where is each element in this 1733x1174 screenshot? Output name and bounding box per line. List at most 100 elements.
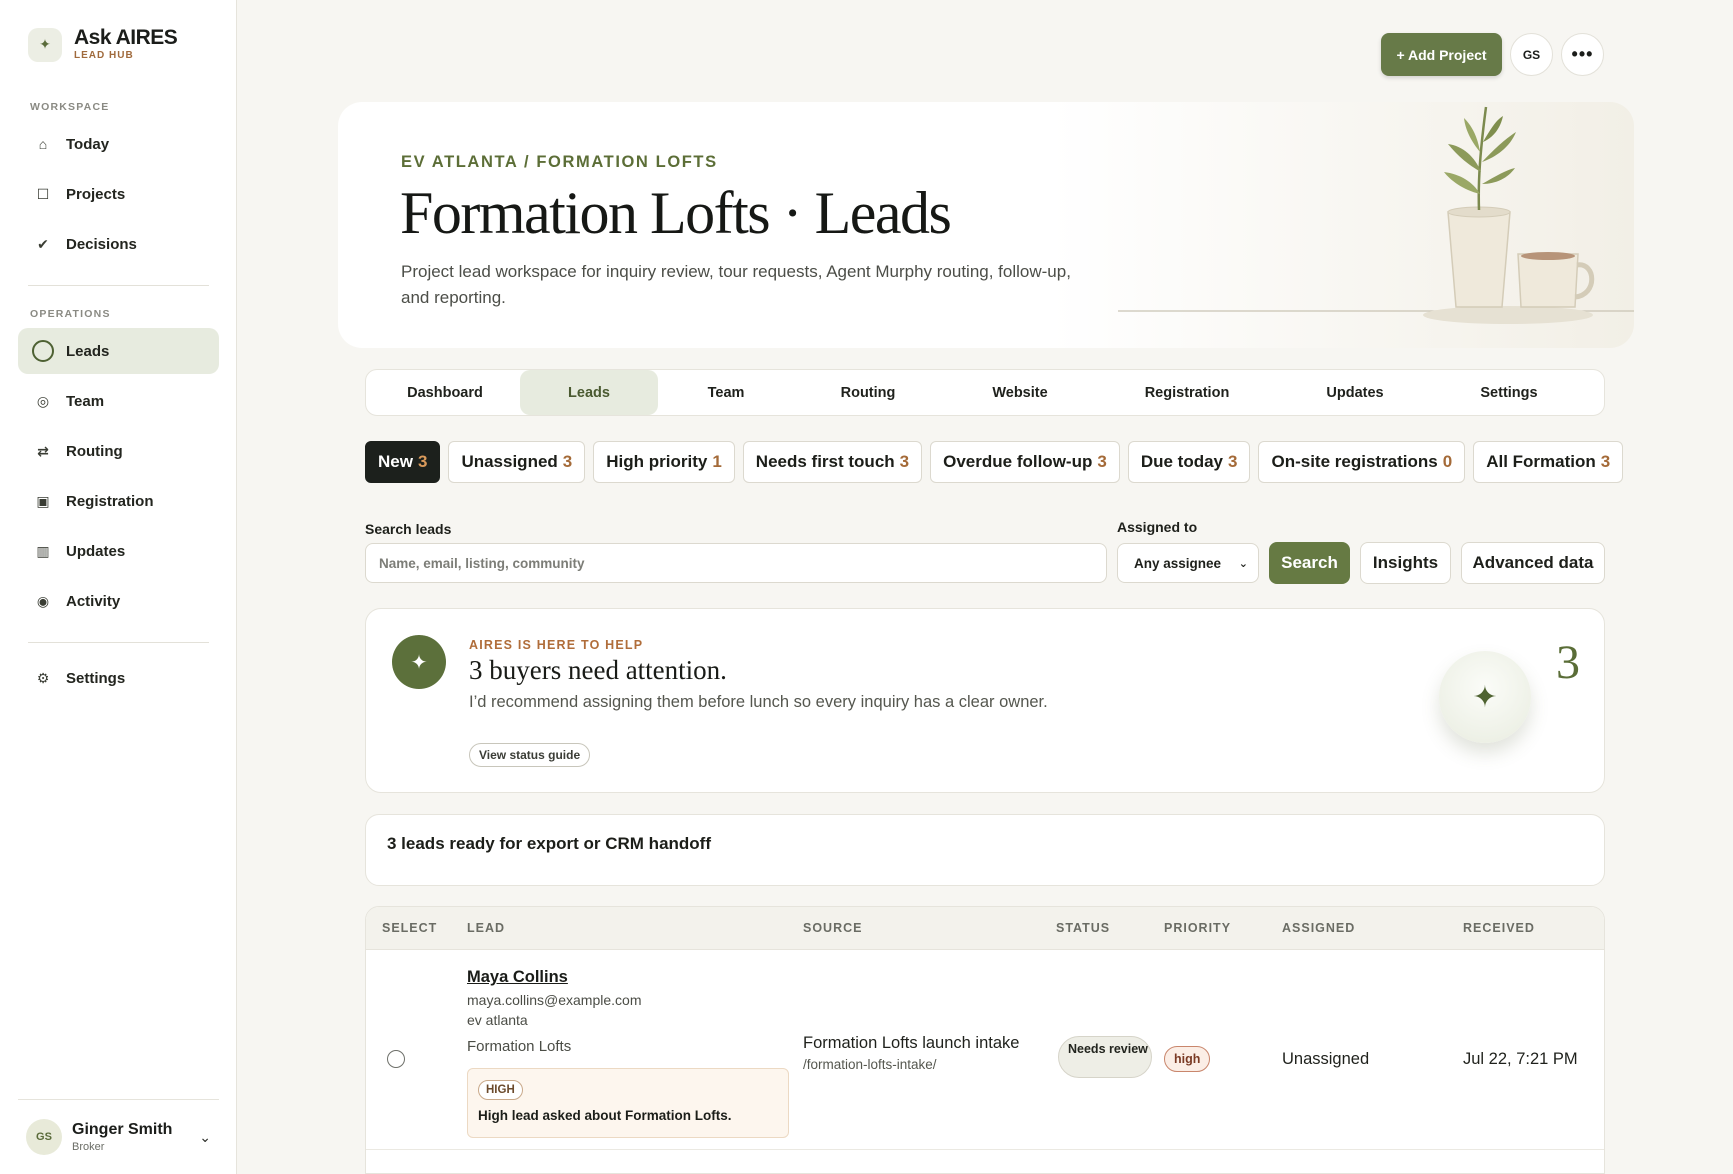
assigned-value: Unassigned bbox=[1282, 1050, 1370, 1068]
filter-needs-first-touch[interactable]: Needs first touch 3 bbox=[742, 441, 923, 483]
lead-note-text: High lead asked about Formation Lofts. bbox=[478, 1108, 732, 1123]
page-description: Project lead workspace for inquiry revie… bbox=[401, 262, 1071, 307]
sidebar-item-label: Today bbox=[66, 135, 110, 153]
user-name: Ginger Smith bbox=[72, 1121, 173, 1138]
priority-tag: HIGH bbox=[478, 1080, 523, 1100]
sidebar-item-updates[interactable]: ▥ Updates bbox=[18, 528, 219, 574]
lead-city: ev atlanta bbox=[467, 1012, 528, 1028]
sidebar-item-label: Leads bbox=[66, 342, 110, 360]
sidebar-item-label: Settings bbox=[66, 669, 126, 687]
leads-table: SELECT LEAD SOURCE STATUS PRIORITY ASSIG… bbox=[365, 906, 1605, 1174]
page-title: Formation Lofts · Leads bbox=[400, 180, 952, 246]
sidebar-item-label: Registration bbox=[66, 492, 154, 510]
chevron-down-icon: ⌄ bbox=[199, 1128, 211, 1145]
user-role: Broker bbox=[72, 1141, 105, 1153]
sidebar-item-team[interactable]: ◎ Team bbox=[18, 378, 219, 424]
lead-email: maya.collins@example.com bbox=[467, 992, 642, 1008]
lead-community: Formation Lofts bbox=[467, 1038, 572, 1055]
home-icon: ⌂ bbox=[38, 136, 48, 152]
dot-icon: ◉ bbox=[36, 592, 50, 609]
sidebar-item-registration[interactable]: ▣ Registration bbox=[18, 478, 219, 524]
filter-due-today[interactable]: Due today 3 bbox=[1127, 441, 1251, 483]
lead-filters: New 3 Unassigned 3 High priority 1 Needs fi… bbox=[365, 441, 1631, 483]
user-avatar-button[interactable]: GS bbox=[1510, 33, 1553, 76]
filter-all-formation[interactable]: All Formation 3 bbox=[1473, 441, 1624, 483]
tab-website[interactable]: Website bbox=[942, 370, 1098, 415]
sidebar-item-leads[interactable]: Leads bbox=[18, 328, 219, 374]
sidebar-item-label: Decisions bbox=[66, 235, 137, 253]
sidebar-item-label: Projects bbox=[66, 185, 126, 203]
more-icon: ••• bbox=[1571, 44, 1594, 64]
view-status-guide-button[interactable]: View status guide bbox=[469, 743, 591, 767]
sidebar-item-label: Updates bbox=[66, 542, 126, 560]
search-input[interactable]: Name, email, listing, community bbox=[365, 543, 1107, 583]
sidebar-item-settings[interactable]: ⚙ Settings bbox=[18, 655, 219, 701]
sidebar-item-activity[interactable]: ◉ Activity bbox=[18, 578, 219, 624]
assignee-value: Any assignee bbox=[1134, 555, 1222, 571]
tab-routing[interactable]: Routing bbox=[794, 370, 942, 415]
tab-settings[interactable]: Settings bbox=[1434, 370, 1584, 415]
column-header: PRIORITY bbox=[1164, 921, 1232, 935]
sparkle-icon: ✦ bbox=[392, 635, 446, 689]
search-button[interactable]: Search bbox=[1269, 542, 1350, 584]
lead-note: HIGH High lead asked about Formation Lof… bbox=[467, 1068, 789, 1138]
tab-leads[interactable]: Leads bbox=[520, 370, 658, 415]
column-header: SOURCE bbox=[803, 921, 863, 935]
brand-subtitle: LEAD HUB bbox=[74, 50, 134, 61]
arrows-icon: ⇄ bbox=[37, 442, 49, 459]
filter-overdue-follow-up[interactable]: Overdue follow-up 3 bbox=[930, 441, 1120, 483]
table-header: SELECT LEAD SOURCE STATUS PRIORITY ASSIG… bbox=[366, 907, 1604, 950]
sidebar-item-label: Routing bbox=[66, 442, 123, 460]
sidebar-item-today[interactable]: ⌂ Today bbox=[18, 121, 219, 167]
attention-count: 3 bbox=[1556, 636, 1580, 689]
status-badge: Needs review bbox=[1058, 1036, 1152, 1078]
ring-icon bbox=[32, 340, 54, 362]
brand-title: Ask AIRES bbox=[74, 26, 178, 49]
grid-icon: ▥ bbox=[36, 542, 50, 559]
sidebar-item-decisions[interactable]: ✔ Decisions bbox=[18, 221, 219, 267]
square-icon: ☐ bbox=[36, 185, 50, 202]
aires-description: I’d recommend assigning them before lunc… bbox=[469, 693, 1048, 711]
target-icon: ◎ bbox=[36, 392, 50, 409]
priority-badge: high bbox=[1164, 1046, 1211, 1072]
insights-button[interactable]: Insights bbox=[1360, 542, 1451, 584]
lead-name-link[interactable]: Maya Collins bbox=[467, 968, 568, 987]
table-row: Maya Collins maya.collins@example.com ev… bbox=[366, 950, 1604, 1150]
brand[interactable]: ✦ Ask AIRES LEAD HUB bbox=[28, 26, 178, 62]
assignee-select[interactable]: Any assignee ⌄ bbox=[1117, 543, 1259, 583]
sidebar-item-projects[interactable]: ☐ Projects bbox=[18, 171, 219, 217]
export-card: 3 leads ready for export or CRM handoff bbox=[365, 814, 1605, 886]
hero-banner: EV ATLANTA / FORMATION LOFTS Formation L… bbox=[338, 102, 1634, 348]
filter-new[interactable]: New 3 bbox=[365, 441, 441, 483]
form-icon: ▣ bbox=[36, 492, 50, 509]
tab-registration[interactable]: Registration bbox=[1098, 370, 1276, 415]
sidebar-divider bbox=[28, 285, 209, 286]
row-select-radio[interactable] bbox=[387, 1050, 405, 1068]
sidebar-divider bbox=[28, 642, 209, 643]
workspace-section-label: WORKSPACE bbox=[30, 101, 110, 113]
received-value: Jul 22, 7:21 PM bbox=[1463, 1050, 1578, 1068]
avatar: GS bbox=[26, 1119, 62, 1155]
sidebar-item-label: Team bbox=[66, 392, 105, 410]
column-header: LEAD bbox=[467, 921, 506, 935]
source-title: Formation Lofts launch intake bbox=[803, 1034, 1020, 1052]
filter-high-priority[interactable]: High priority 1 bbox=[593, 441, 735, 483]
tab-team[interactable]: Team bbox=[658, 370, 794, 415]
column-header: ASSIGNED bbox=[1282, 921, 1356, 935]
operations-section-label: OPERATIONS bbox=[30, 308, 111, 320]
export-summary: 3 leads ready for export or CRM handoff bbox=[387, 834, 711, 853]
filter-on-site-registrations[interactable]: On-site registrations 0 bbox=[1258, 441, 1466, 483]
sparkle-icon: ✦ bbox=[28, 27, 62, 62]
advanced-data-button[interactable]: Advanced data bbox=[1461, 542, 1605, 584]
add-project-button[interactable]: + Add Project bbox=[1381, 33, 1502, 76]
check-icon: ✔ bbox=[37, 235, 49, 252]
aires-eyebrow: AIRES IS HERE TO HELP bbox=[469, 638, 644, 652]
tab-updates[interactable]: Updates bbox=[1276, 370, 1434, 415]
tab-dashboard[interactable]: Dashboard bbox=[370, 370, 520, 415]
filter-unassigned[interactable]: Unassigned 3 bbox=[448, 441, 586, 483]
search-label: Search leads bbox=[365, 521, 452, 537]
sidebar-item-routing[interactable]: ⇄ Routing bbox=[18, 428, 219, 474]
user-menu[interactable]: GS Ginger Smith Broker ⌄ bbox=[18, 1099, 219, 1174]
project-tabs: Dashboard Leads Team Routing Website Reg… bbox=[365, 369, 1605, 416]
more-options-button[interactable]: ••• bbox=[1561, 33, 1604, 76]
